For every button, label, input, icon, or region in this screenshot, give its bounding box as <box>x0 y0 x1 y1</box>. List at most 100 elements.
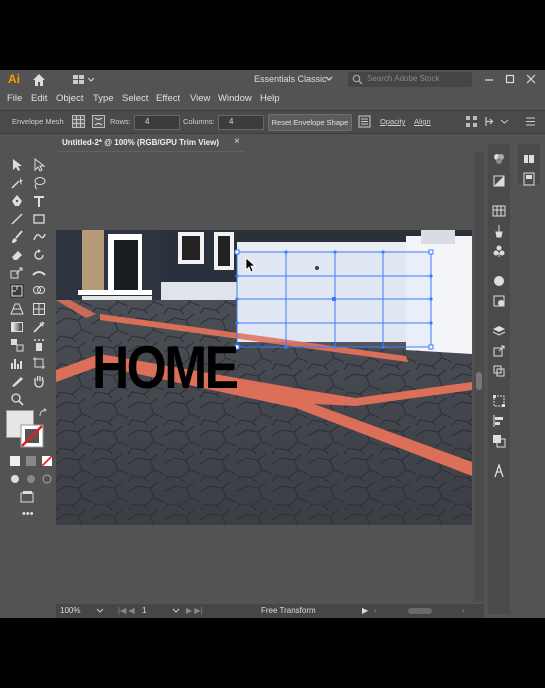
eyedropper-tool-icon[interactable] <box>32 320 46 334</box>
edit-toolbar-icon[interactable]: ••• <box>22 508 34 520</box>
gradient-tool-icon[interactable] <box>10 320 24 334</box>
zoom-level[interactable]: 100% <box>60 606 80 615</box>
slice-tool-icon[interactable] <box>10 374 24 388</box>
align-link[interactable]: Align <box>414 117 431 126</box>
columns-stepper[interactable]: 4 <box>218 115 264 130</box>
scroll-thumb[interactable] <box>476 372 482 390</box>
shaper-tool-icon[interactable] <box>32 230 46 244</box>
make-with-mesh-icon[interactable] <box>72 115 85 128</box>
home-headline[interactable]: HOME <box>92 338 239 398</box>
rectangle-tool-icon[interactable] <box>32 212 46 226</box>
free-transform-tool-icon[interactable] <box>10 284 24 298</box>
asset-export-icon[interactable] <box>492 344 506 358</box>
menu-type[interactable]: Type <box>93 93 114 104</box>
lasso-tool-icon[interactable] <box>32 176 46 190</box>
transparency-icon[interactable] <box>492 294 506 308</box>
width-tool-icon[interactable] <box>32 266 46 280</box>
recolor-artwork-icon[interactable] <box>358 115 371 128</box>
artboard-tool-icon[interactable] <box>32 356 46 370</box>
status-menu-icon[interactable]: ▶ <box>362 606 368 615</box>
minimize-icon[interactable] <box>482 72 496 86</box>
stock-search-field[interactable]: Search Adobe Stock <box>348 72 472 87</box>
first-artboard-icon[interactable]: |◀ ◀ <box>118 606 135 615</box>
zoom-tool-icon[interactable] <box>10 392 24 406</box>
layers-icon[interactable] <box>492 324 506 338</box>
properties-icon[interactable] <box>522 172 536 186</box>
align-panel-icon[interactable] <box>492 414 506 428</box>
menu-effect[interactable]: Effect <box>156 93 180 104</box>
line-segment-tool-icon[interactable] <box>10 212 24 226</box>
vertical-scrollbar[interactable] <box>474 152 484 602</box>
rows-stepper[interactable]: 4 <box>134 115 180 130</box>
direct-selection-tool-icon[interactable] <box>32 158 46 172</box>
eraser-tool-icon[interactable] <box>10 248 24 262</box>
chevron-down-icon[interactable] <box>498 115 511 128</box>
menu-file[interactable]: File <box>7 93 22 104</box>
artboards-panel-icon[interactable] <box>492 364 506 378</box>
blend-tool-icon[interactable] <box>10 338 24 352</box>
type-tool-icon[interactable] <box>32 194 46 208</box>
chevron-down-icon[interactable] <box>172 607 180 615</box>
selection-tool-icon[interactable] <box>10 158 24 172</box>
document-tab[interactable]: Untitled-2* @ 100% (RGB/GPU Trim View) × <box>56 134 244 152</box>
panel-menu-icon[interactable] <box>524 115 537 128</box>
symbols-icon[interactable] <box>492 244 506 258</box>
close-document-icon[interactable]: × <box>234 136 240 147</box>
color-panel-icon[interactable] <box>492 152 506 166</box>
character-panel-icon[interactable] <box>492 464 506 478</box>
arrange-documents-icon[interactable] <box>72 74 94 86</box>
scroll-right-icon[interactable]: › <box>462 606 465 615</box>
draw-behind-icon[interactable] <box>24 472 38 486</box>
gradient-mode-icon[interactable] <box>24 454 38 468</box>
workspace-switcher[interactable]: Essentials Classic <box>254 74 327 84</box>
pathfinder-icon[interactable] <box>492 434 506 448</box>
chevron-down-icon[interactable] <box>324 74 334 84</box>
swatches-icon[interactable] <box>492 204 506 218</box>
make-with-warp-icon[interactable] <box>92 115 105 128</box>
horizontal-scroll-thumb[interactable] <box>408 608 432 614</box>
transform-icon[interactable] <box>465 115 478 128</box>
home-icon[interactable] <box>32 73 46 87</box>
magic-wand-tool-icon[interactable] <box>10 176 24 190</box>
shape-builder-tool-icon[interactable] <box>32 284 46 298</box>
color-mode-icon[interactable] <box>8 454 22 468</box>
menu-object[interactable]: Object <box>56 93 83 104</box>
none-mode-icon[interactable] <box>40 454 54 468</box>
menu-help[interactable]: Help <box>260 93 280 104</box>
close-icon[interactable] <box>524 72 538 86</box>
symbol-sprayer-tool-icon[interactable] <box>32 338 46 352</box>
menu-edit[interactable]: Edit <box>31 93 47 104</box>
menu-window[interactable]: Window <box>218 93 252 104</box>
opacity-link[interactable]: Opacity <box>380 117 405 126</box>
swap-fill-stroke-icon[interactable] <box>38 408 48 418</box>
reset-envelope-shape-button[interactable]: Reset Envelope Shape <box>268 114 352 131</box>
draw-normal-icon[interactable] <box>8 472 22 486</box>
mesh-tool-icon[interactable] <box>32 302 46 316</box>
envelope-mode-label: Envelope Mesh <box>12 117 64 126</box>
libraries-icon[interactable] <box>522 152 536 166</box>
rotate-tool-icon[interactable] <box>32 248 46 262</box>
maximize-icon[interactable] <box>503 72 517 86</box>
artboard-number[interactable]: 1 <box>142 606 146 615</box>
arrange-icon[interactable] <box>484 115 497 128</box>
screen-mode-icon[interactable] <box>20 490 34 504</box>
last-artboard-icon[interactable]: ▶ ▶| <box>186 606 203 615</box>
column-graph-tool-icon[interactable] <box>10 356 24 370</box>
transform-panel-icon[interactable] <box>492 394 506 408</box>
paintbrush-tool-icon[interactable] <box>10 230 24 244</box>
hand-tool-icon[interactable] <box>32 374 46 388</box>
color-guide-icon[interactable] <box>492 174 506 188</box>
perspective-grid-tool-icon[interactable] <box>10 302 24 316</box>
scale-tool-icon[interactable] <box>10 266 24 280</box>
stroke-panel-icon[interactable] <box>492 274 506 288</box>
scroll-left-icon[interactable]: ‹ <box>374 606 377 615</box>
menu-view[interactable]: View <box>190 93 210 104</box>
draw-inside-icon[interactable] <box>40 472 54 486</box>
brushes-icon[interactable] <box>492 224 506 238</box>
tools-panel: ••• <box>4 152 54 522</box>
chevron-down-icon[interactable] <box>96 607 104 615</box>
stroke-swatch[interactable] <box>20 424 44 448</box>
menu-select[interactable]: Select <box>122 93 148 104</box>
artboard-photo[interactable]: HOME <box>56 230 472 525</box>
pen-tool-icon[interactable] <box>10 194 24 208</box>
